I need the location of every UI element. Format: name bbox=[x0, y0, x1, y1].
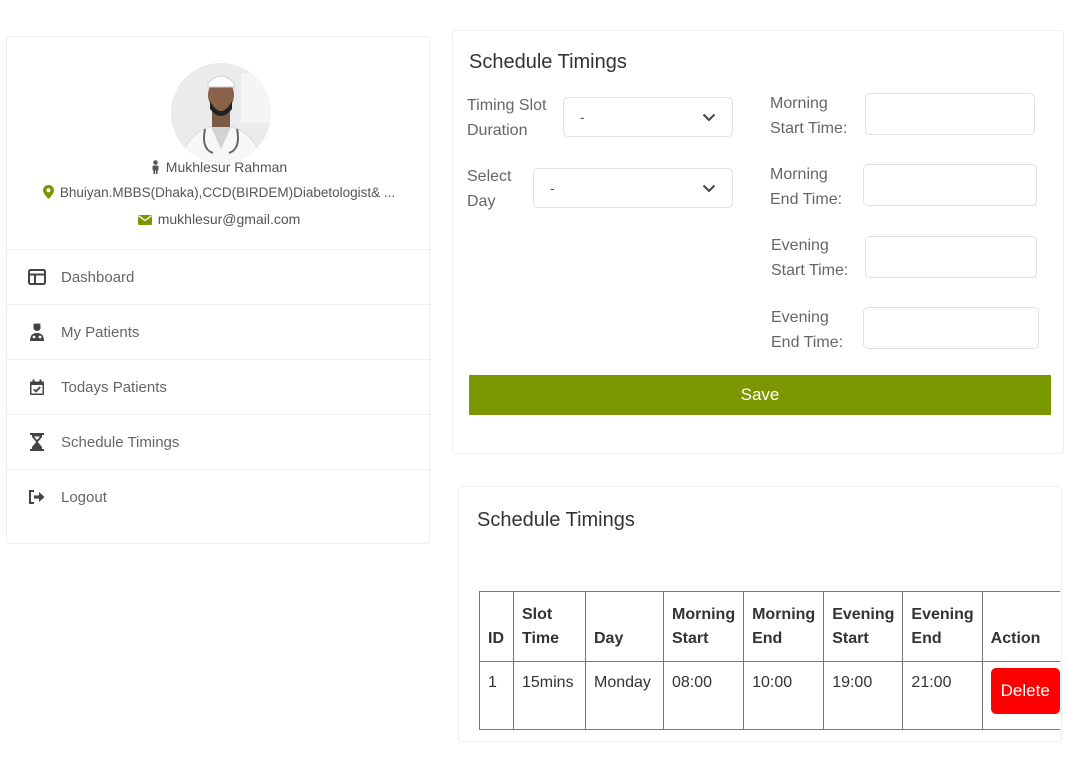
hourglass-icon bbox=[27, 432, 47, 452]
timing-slot-value: - bbox=[580, 109, 585, 125]
sidebar-item-label: Schedule Timings bbox=[61, 433, 180, 451]
sidebar-item-label: My Patients bbox=[61, 323, 140, 341]
evening-start-label: Evening Start Time: bbox=[771, 237, 849, 279]
column-header-action: Action bbox=[981, 591, 1060, 662]
cell-day: Monday bbox=[585, 661, 664, 730]
cell-action: Delete bbox=[981, 661, 1060, 730]
delete-button[interactable]: Delete bbox=[990, 668, 1060, 714]
cell-morning-start: 08:00 bbox=[662, 661, 745, 730]
sidebar-item-label: Dashboard bbox=[61, 268, 135, 286]
column-header-id: ID bbox=[479, 591, 514, 662]
doctor-qualification-row: Bhuiyan.MBBS(Dhaka),CCD(BIRDEM)Diabetolo… bbox=[7, 185, 431, 202]
evening-end-input[interactable] bbox=[863, 307, 1039, 349]
envelope-icon bbox=[137, 212, 152, 228]
sign-out-icon bbox=[27, 487, 47, 507]
sidebar-item-label: Logout bbox=[61, 488, 107, 506]
save-button[interactable]: Save bbox=[469, 375, 1051, 415]
schedule-table: ID Slot Time Day Morning Start Morning End … bbox=[479, 591, 1060, 730]
column-header-morning-end: Morning End bbox=[743, 591, 825, 662]
sidebar-item-label: Todays Patients bbox=[61, 378, 167, 396]
morning-end-input[interactable] bbox=[863, 164, 1037, 206]
table-title: Schedule Timings bbox=[477, 509, 635, 531]
column-header-evening-start: Evening Start bbox=[823, 591, 904, 662]
select-day-select[interactable]: - bbox=[533, 168, 733, 208]
sidebar-nav: Dashboard My Patients Todays Patients Sc… bbox=[7, 249, 431, 524]
chevron-down-icon bbox=[702, 109, 716, 125]
evening-start-input[interactable] bbox=[865, 236, 1037, 278]
user-icon bbox=[151, 159, 160, 177]
schedule-table-card: Schedule Timings ID Slot Time Day Morning… bbox=[458, 486, 1062, 742]
column-header-morning-start: Morning Start bbox=[662, 591, 745, 662]
sidebar-item-schedule-timings[interactable]: Schedule Timings bbox=[7, 414, 431, 469]
user-md-icon bbox=[27, 322, 47, 342]
morning-start-input[interactable] bbox=[865, 93, 1035, 135]
table-row: 1 15mins Monday 08:00 10:00 19:00 21:00 … bbox=[479, 661, 1060, 730]
cell-morning-end: 10:00 bbox=[743, 661, 825, 730]
dashboard-icon bbox=[27, 267, 47, 287]
morning-start-label: Morning Start Time: bbox=[770, 95, 848, 137]
column-header-evening-end: Evening End bbox=[902, 591, 983, 662]
doctor-name-row: Mukhlesur Rahman bbox=[7, 159, 431, 177]
cell-evening-end: 21:00 bbox=[902, 661, 983, 730]
select-day-label: Select Day bbox=[467, 168, 512, 210]
cell-evening-start: 19:00 bbox=[823, 661, 904, 730]
doctor-photo bbox=[171, 63, 271, 163]
select-day-value: - bbox=[550, 180, 555, 196]
sidebar-item-logout[interactable]: Logout bbox=[7, 469, 431, 524]
column-header-day: Day bbox=[585, 591, 664, 662]
avatar bbox=[171, 63, 271, 163]
table-header-row: ID Slot Time Day Morning Start Morning End … bbox=[479, 591, 1060, 662]
column-header-slot-time: Slot Time bbox=[513, 591, 586, 662]
map-marker-icon bbox=[42, 185, 54, 202]
cell-slot-time: 15mins bbox=[513, 661, 586, 730]
morning-end-label: Morning End Time: bbox=[770, 166, 843, 208]
doctor-email: mukhlesur@gmail.com bbox=[157, 211, 301, 227]
timing-slot-label: Timing Slot Duration bbox=[467, 97, 547, 139]
doctor-name: Mukhlesur Rahman bbox=[165, 159, 288, 175]
doctor-email-row: mukhlesur@gmail.com bbox=[7, 211, 431, 228]
doctor-qualification: Bhuiyan.MBBS(Dhaka),CCD(BIRDEM)Diabetolo… bbox=[59, 185, 396, 201]
cell-id: 1 bbox=[479, 661, 514, 730]
evening-end-label: Evening End Time: bbox=[771, 309, 844, 351]
sidebar-item-todays-patients[interactable]: Todays Patients bbox=[7, 359, 431, 414]
sidebar-item-dashboard[interactable]: Dashboard bbox=[7, 249, 431, 304]
profile-sidebar: Mukhlesur Rahman Bhuiyan.MBBS(Dhaka),CCD… bbox=[6, 36, 431, 544]
chevron-down-icon bbox=[702, 180, 716, 196]
calendar-check-icon bbox=[27, 377, 47, 397]
timing-slot-select[interactable]: - bbox=[563, 97, 733, 137]
sidebar-item-my-patients[interactable]: My Patients bbox=[7, 304, 431, 359]
form-title: Schedule Timings bbox=[469, 51, 627, 73]
schedule-form-card: Schedule Timings Timing Slot Duration - S… bbox=[452, 30, 1064, 454]
